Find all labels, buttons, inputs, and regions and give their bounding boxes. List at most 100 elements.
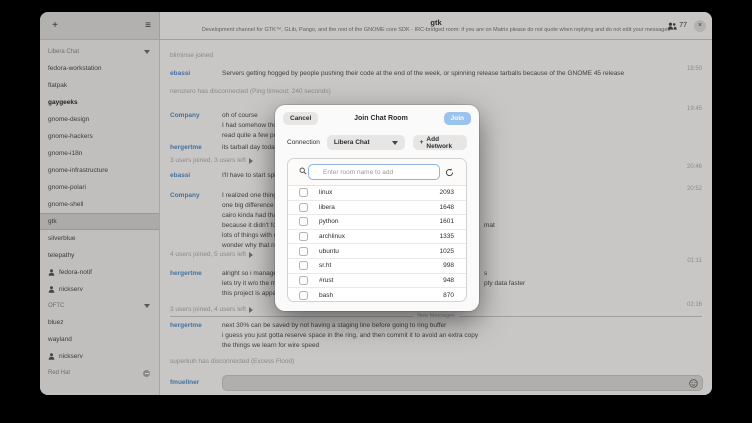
room-checkbox[interactable] — [299, 203, 308, 212]
plus-icon: + — [420, 139, 424, 146]
room-label: gnome-shell — [48, 201, 83, 208]
status-expander[interactable]: 3 users joined, 3 users left — [170, 157, 253, 164]
room-topic: Development channel for GTK™, GLib, Pang… — [202, 27, 670, 34]
chat-nick[interactable]: hergertme — [170, 270, 202, 277]
message-input[interactable] — [222, 375, 703, 391]
add-room-button[interactable]: + — [48, 19, 62, 33]
room-row-archlinux[interactable]: archlinux 1335 — [288, 230, 466, 245]
sidebar-item-silverblue[interactable]: silverblue — [40, 230, 159, 247]
room-label: flatpak — [48, 82, 67, 89]
room-label: nickserv — [59, 353, 83, 360]
chat-message: cairo kinda had that — [222, 212, 279, 219]
chat-nick[interactable]: Company — [170, 112, 200, 119]
room-row-libera[interactable]: libera 1648 — [288, 201, 466, 216]
refresh-icon[interactable] — [440, 164, 458, 180]
sidebar-item-gtk[interactable]: gtk — [40, 213, 159, 230]
sidebar-item-gaygeeks[interactable]: gaygeeks — [40, 94, 159, 111]
add-network-button[interactable]: + Add Network — [413, 135, 467, 150]
room-label: gnome-infrastructure — [48, 167, 108, 174]
sidebar-item-gnome-infrastructure[interactable]: gnome-infrastructure — [40, 162, 159, 179]
room-label: gnome-design — [48, 116, 89, 123]
room-row-sr-ht[interactable]: sr.ht 998 — [288, 259, 466, 274]
chat-message: one big difference b — [222, 202, 279, 209]
room-checkbox[interactable] — [299, 232, 308, 241]
network-header-oftc[interactable]: OFTC — [40, 298, 159, 314]
cancel-button[interactable]: Cancel — [283, 112, 318, 125]
chat-nick[interactable]: ebassi — [170, 172, 190, 179]
search-row — [288, 159, 466, 186]
sidebar-item-wayland[interactable]: wayland — [40, 331, 159, 348]
room-checkbox[interactable] — [299, 247, 308, 256]
chat-nick[interactable]: hergertme — [170, 144, 202, 151]
chat-message: because it didn't fo — [222, 222, 276, 229]
room-label: gaygeeks — [48, 99, 78, 106]
screen: + ≡ gtk Development channel for GTK™, GL… — [0, 0, 752, 423]
member-list-button[interactable]: 77 — [667, 22, 687, 30]
chat-message-fragment: pty data faster — [484, 280, 525, 287]
room-row-python[interactable]: python 1601 — [288, 215, 466, 230]
sidebar-item-telepathy[interactable]: telepathy — [40, 247, 159, 264]
status-message: superkuh has disconnected (Excess Flood) — [170, 358, 294, 365]
room-row-bash[interactable]: bash 870 — [288, 288, 466, 302]
chat-nick[interactable]: Company — [170, 192, 200, 199]
chat-message: Servers getting hogged by people pushing… — [222, 70, 624, 77]
room-label: telepathy — [48, 252, 74, 259]
chat-message: next 30% can be saved by not having a st… — [222, 322, 446, 329]
join-button[interactable]: Join — [444, 112, 471, 125]
room-label: nickserv — [59, 286, 83, 293]
sidebar-item-flatpak[interactable]: flatpak — [40, 77, 159, 94]
chat-message: lots of things with c — [222, 232, 277, 239]
room-checkbox[interactable] — [299, 217, 308, 226]
status-expander[interactable]: 4 users joined, 5 users left — [170, 251, 253, 258]
room-row-linux[interactable]: linux 2093 — [288, 186, 466, 201]
chevron-down-icon — [144, 304, 150, 308]
room-member-count: 870 — [443, 292, 454, 299]
sidebar-item-gnome-i18n[interactable]: gnome-i18n — [40, 145, 159, 162]
room-checkbox[interactable] — [299, 276, 308, 285]
room-label: gnome-polari — [48, 184, 86, 191]
chat-message: i guess you just gotta reserve space in … — [222, 332, 478, 339]
sidebar-item-fedora-workstation[interactable]: fedora-workstation — [40, 60, 159, 77]
room-row-rust[interactable]: #rust 948 — [288, 274, 466, 289]
room-label: gnome-hackers — [48, 133, 93, 140]
sidebar-item-nickserv-2[interactable]: nickserv — [40, 348, 159, 365]
chat-message: I had somehow tho — [222, 122, 277, 129]
room-checkbox[interactable] — [299, 291, 308, 300]
room-checkbox[interactable] — [299, 188, 308, 197]
room-checkbox[interactable] — [299, 261, 308, 270]
sidebar-item-gnome-shell[interactable]: gnome-shell — [40, 196, 159, 213]
own-nick[interactable]: fmuellner — [170, 379, 199, 386]
chat-message-fragment: s — [484, 270, 487, 277]
sidebar-item-nickserv[interactable]: nickserv — [40, 281, 159, 298]
chat-message-fragment: mat — [484, 222, 495, 229]
room-search-input[interactable] — [308, 164, 440, 180]
room-label: bluez — [48, 319, 64, 326]
room-label: wayland — [48, 336, 72, 343]
chat-message: the things we learn for wire speed — [222, 342, 319, 349]
sidebar-item-gnome-hackers[interactable]: gnome-hackers — [40, 128, 159, 145]
expand-triangle-icon — [249, 252, 253, 258]
network-header-redhat[interactable]: Red Hat — [40, 365, 159, 381]
new-messages-divider: New Messages — [170, 313, 702, 319]
room-member-count: 1648 — [440, 204, 454, 211]
room-title: gtk — [430, 18, 441, 27]
new-messages-label: New Messages — [417, 313, 455, 319]
room-row-ubuntu[interactable]: ubuntu 1025 — [288, 244, 466, 259]
sidebar-item-gnome-polari[interactable]: gnome-polari — [40, 179, 159, 196]
sidebar-item-bluez[interactable]: bluez — [40, 314, 159, 331]
network-header-libera[interactable]: Libera Chat — [40, 44, 159, 60]
sidebar-item-gnome-design[interactable]: gnome-design — [40, 111, 159, 128]
connection-dropdown[interactable]: Libera Chat — [327, 135, 405, 150]
offline-status-icon — [143, 370, 150, 377]
status-text: 3 users joined, 4 users left — [170, 306, 246, 313]
add-network-label: Add Network — [426, 136, 460, 150]
emoji-icon[interactable] — [689, 379, 698, 388]
room-name: archlinux — [319, 233, 345, 240]
room-member-count: 948 — [443, 277, 454, 284]
close-icon[interactable]: × — [694, 20, 706, 32]
sidebar-item-fedora-notif[interactable]: fedora-notif — [40, 264, 159, 281]
chat-nick[interactable]: ebassi — [170, 70, 190, 77]
status-expander[interactable]: 3 users joined, 4 users left — [170, 306, 253, 313]
chat-nick[interactable]: hergertme — [170, 322, 202, 329]
hamburger-menu-icon[interactable]: ≡ — [145, 20, 151, 31]
